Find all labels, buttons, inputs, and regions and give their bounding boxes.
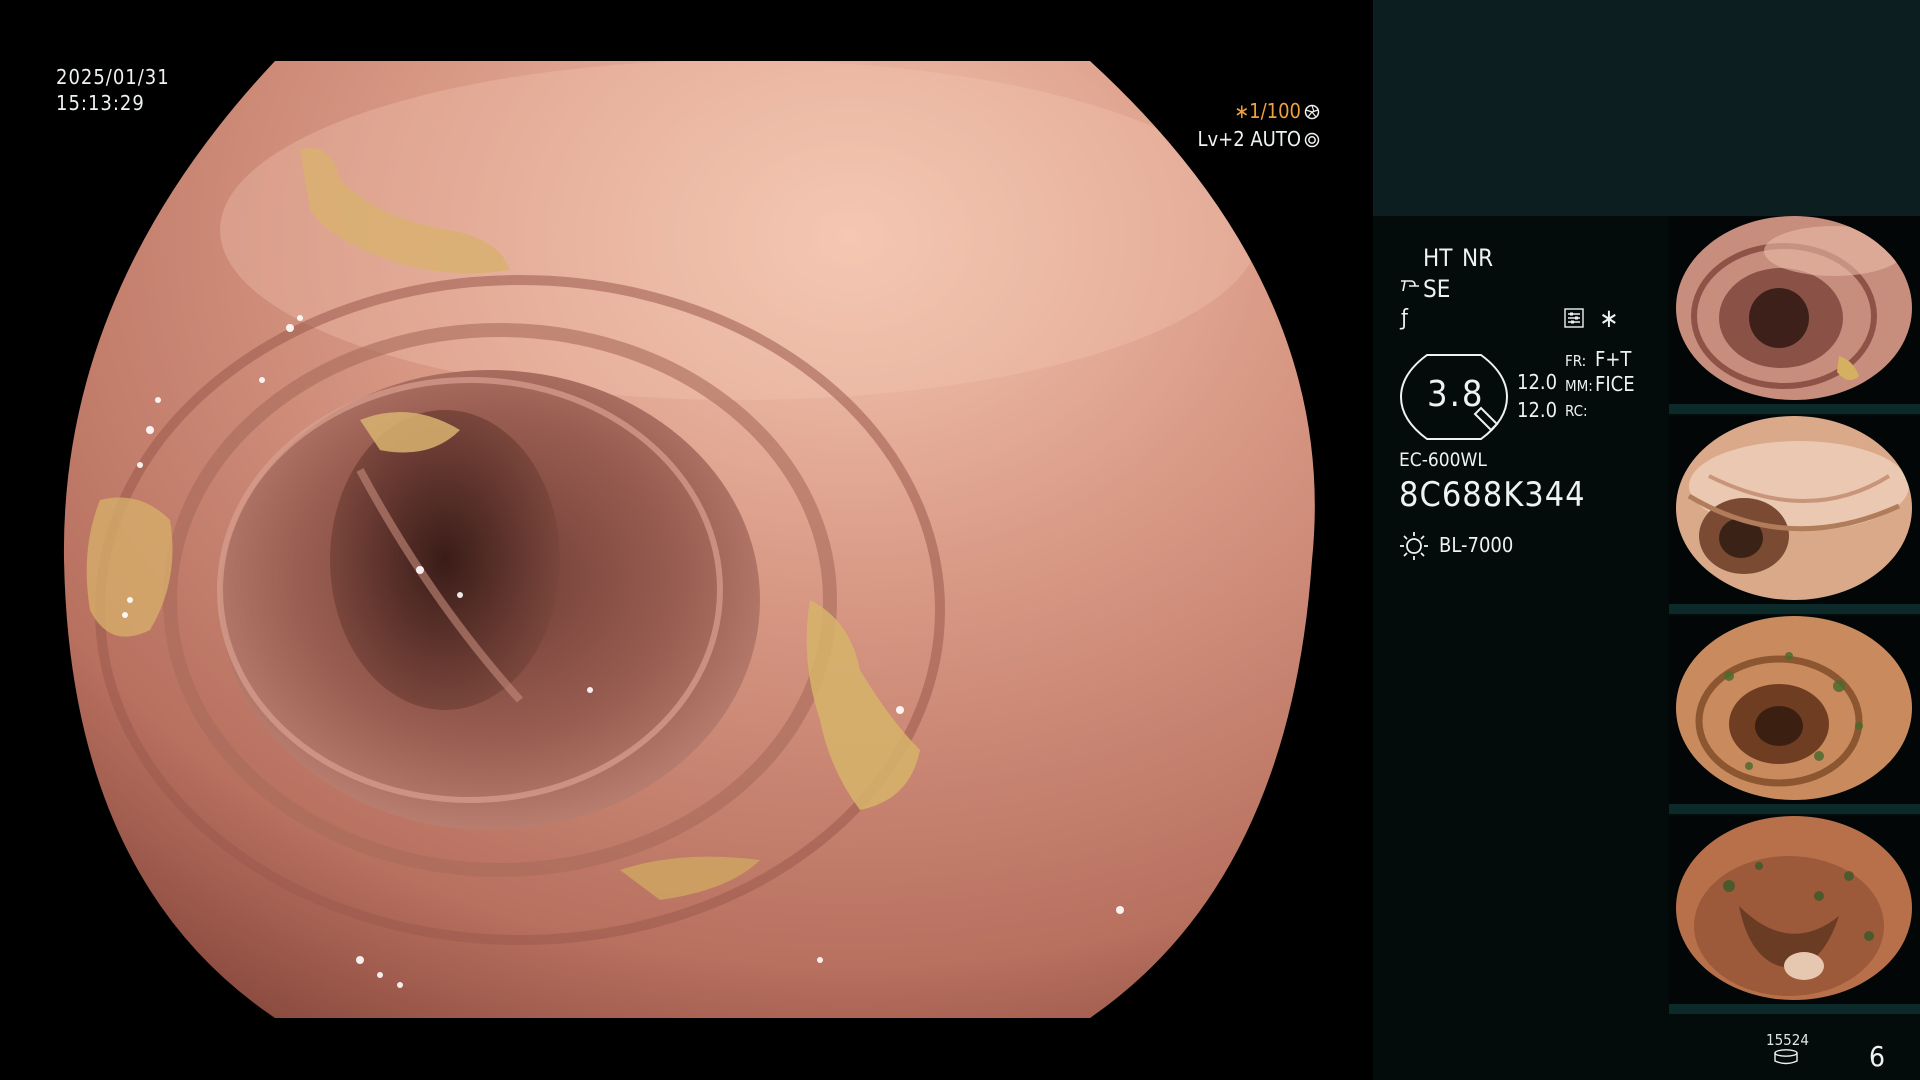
shutter-speed-indicator: ∗1/100 <box>1234 98 1320 124</box>
captured-image-1[interactable] <box>1669 216 1920 414</box>
endoscope-live-view: 2025/01/31 15:13:29 ∗1/100 Lv+2 AUTO <box>0 0 1372 1080</box>
captured-image-3[interactable] <box>1669 616 1920 814</box>
structure-enhance-icon <box>1401 280 1419 292</box>
star-indicator: ∗ <box>1599 304 1619 334</box>
fr-label: FR: <box>1565 352 1587 370</box>
measurement-value-1: 12.0 <box>1517 370 1558 394</box>
lamp-icon <box>1400 532 1428 560</box>
zoom-value: 3.8 <box>1427 374 1485 415</box>
date-text: 2025/01/31 <box>56 65 170 89</box>
se-indicator: SE <box>1423 275 1451 303</box>
auto-iris-icon <box>1304 132 1320 148</box>
mm-label: MM: <box>1565 377 1593 395</box>
aperture-icon <box>1304 104 1320 120</box>
shutter-speed-text: ∗1/100 <box>1234 99 1301 123</box>
f-symbol-icon: ƒ <box>1401 306 1408 331</box>
ht-indicator: HT <box>1423 244 1453 272</box>
captured-image-2[interactable] <box>1669 416 1920 614</box>
measurement-value-2: 12.0 <box>1517 398 1558 422</box>
settings-list-icon <box>1564 308 1584 328</box>
nr-indicator: NR <box>1462 244 1494 272</box>
scope-serial: 8C688K344 <box>1399 475 1586 515</box>
rc-label: RC: <box>1565 402 1588 420</box>
mm-value: FICE <box>1595 372 1635 396</box>
thumbnail-caption-bar <box>1669 604 1920 614</box>
time-text: 15:13:29 <box>56 91 145 115</box>
storage-count: 15524 <box>1766 1031 1809 1049</box>
level-text: Lv+2 AUTO <box>1197 127 1301 151</box>
endoscopic-image <box>63 61 1315 1018</box>
light-source: BL-7000 <box>1439 533 1514 557</box>
scope-model: EC-600WL <box>1399 449 1487 471</box>
info-panel: HT NR SE ƒ ∗ 3.8 12.0 12.0 FR: F+T MM: F… <box>1373 0 1920 1080</box>
thumbnail-caption-bar <box>1669 1004 1920 1014</box>
thumbnail-caption-bar <box>1669 404 1920 414</box>
disk-icon <box>1774 1049 1798 1065</box>
image-count: 6 <box>1869 1040 1886 1073</box>
brightness-level-indicator: Lv+2 AUTO <box>1197 126 1320 152</box>
captured-image-4[interactable] <box>1669 816 1920 1014</box>
thumbnail-caption-bar <box>1669 804 1920 814</box>
panel-header-area <box>1373 0 1920 216</box>
date-time-display: 2025/01/31 15:13:29 <box>56 64 170 116</box>
fr-value: F+T <box>1595 347 1632 371</box>
